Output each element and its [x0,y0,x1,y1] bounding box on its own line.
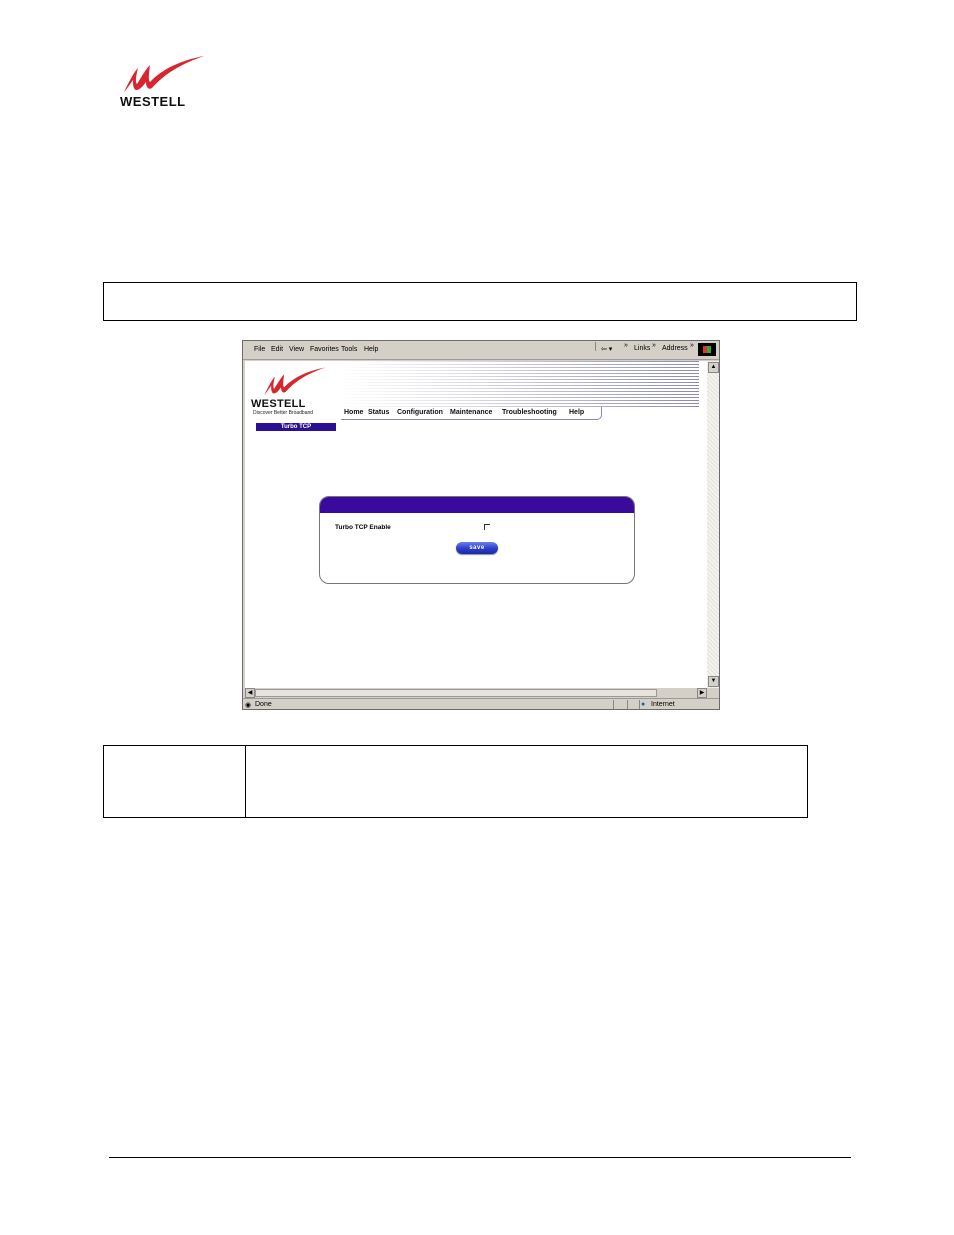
note-box [103,282,857,321]
toolbar-chevron[interactable]: » [624,342,628,349]
site-logo[interactable]: WESTELL Discover Better Broadband [251,366,337,416]
horizontal-scrollbar[interactable]: ◀ ▶ [245,688,707,698]
nav-troubleshooting[interactable]: Troubleshooting [502,409,557,416]
document-logo: WESTELL [118,54,208,110]
nav-maintenance[interactable]: Maintenance [450,409,492,416]
panel-header [320,497,634,513]
turbo-tcp-enable-label: Turbo TCP Enable [335,524,391,531]
page-done-icon: ◉ [245,702,252,709]
nav-configuration[interactable]: Configuration [397,409,443,416]
status-zone: Internet [651,701,675,708]
browser-window: File Edit View Favorites Tools Help ⇦ ▾ … [242,340,720,710]
links-label[interactable]: Links [634,345,650,352]
browser-statusbar: ◉ Done ● Internet [243,698,719,709]
back-arrow-icon[interactable]: ⇦ ▾ [601,345,612,353]
scroll-down-icon[interactable]: ▼ [708,676,719,687]
horizontal-scroll-thumb[interactable] [255,689,657,697]
menu-tools[interactable]: Tools [341,346,357,353]
links-chevron[interactable]: » [652,342,656,349]
status-text: Done [255,701,272,708]
nav-help[interactable]: Help [569,409,584,416]
scroll-up-icon[interactable]: ▲ [708,362,719,373]
westell-swoosh-icon [124,56,204,92]
definition-table [103,745,808,818]
footer-rule [109,1157,851,1158]
toolbar-separator [595,342,596,351]
site-logo-tagline: Discover Better Broadband [253,410,314,416]
address-chevron[interactable]: » [690,342,694,349]
menu-file[interactable]: File [254,346,265,353]
turbo-tcp-enable-checkbox[interactable] [484,524,490,530]
address-label[interactable]: Address [662,345,688,352]
nav-status[interactable]: Status [368,409,389,416]
web-page-viewport: WESTELL Discover Better Broadband Home S… [245,361,707,688]
nav-home[interactable]: Home [344,409,363,416]
scroll-right-icon[interactable]: ▶ [697,688,707,698]
document-logo-wordmark: WESTELL [120,94,186,109]
page-tab-turbo-tcp: Turbo TCP [256,423,336,431]
browser-menubar: File Edit View Favorites Tools Help ⇦ ▾ … [243,341,719,360]
menu-view[interactable]: View [289,346,304,353]
main-nav: Home Status Configuration Maintenance Tr… [341,407,602,420]
windows-logo-icon [698,343,716,356]
save-button[interactable]: save [456,542,498,554]
internet-zone-icon: ● [641,701,646,708]
menu-favorites[interactable]: Favorites [310,346,339,353]
menu-help[interactable]: Help [364,346,378,353]
site-logo-wordmark: WESTELL [251,398,306,410]
table-column-divider [245,746,246,817]
vertical-scrollbar[interactable]: ▲ ▼ [707,361,719,688]
westell-swoosh-icon [264,367,326,395]
menu-edit[interactable]: Edit [271,346,283,353]
scroll-left-icon[interactable]: ◀ [245,688,255,698]
turbo-tcp-panel: Turbo TCP Enable save [319,496,635,584]
